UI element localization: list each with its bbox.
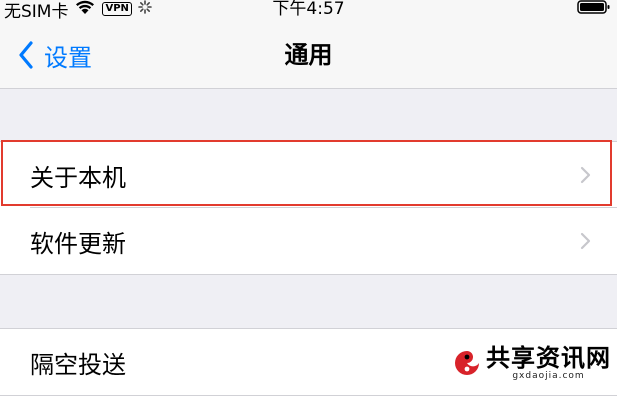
about-row[interactable]: 关于本机 xyxy=(0,142,617,208)
watermark: 共享资讯网 gxdaojia.com xyxy=(452,345,611,381)
battery-icon xyxy=(577,0,611,19)
software-update-label: 软件更新 xyxy=(30,229,126,258)
watermark-logo-icon xyxy=(454,350,480,376)
status-time: 下午4:57 xyxy=(272,0,345,19)
status-bar: 无SIM卡 VPN 下午4:57 xyxy=(0,0,617,22)
status-right xyxy=(577,0,611,18)
watermark-text: 共享资讯网 gxdaojia.com xyxy=(486,345,611,381)
navigation-bar: 设置 通用 xyxy=(0,22,617,89)
settings-group-1: 关于本机 软件更新 xyxy=(0,141,617,275)
software-update-row[interactable]: 软件更新 xyxy=(0,208,617,274)
chevron-right-icon xyxy=(580,166,591,184)
about-label: 关于本机 xyxy=(30,163,126,192)
page-title: 通用 xyxy=(284,41,333,69)
airdrop-label: 隔空投送 xyxy=(30,350,126,379)
chevron-right-icon xyxy=(580,232,591,250)
watermark-url: gxdaojia.com xyxy=(512,371,585,381)
watermark-title: 共享资讯网 xyxy=(486,344,611,372)
